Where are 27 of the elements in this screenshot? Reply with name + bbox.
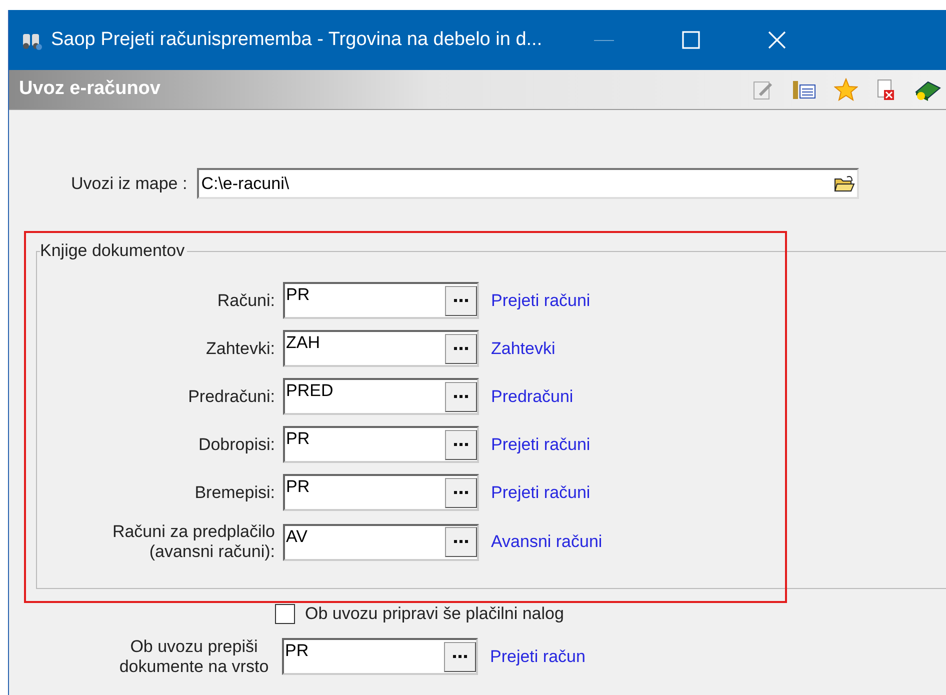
book-link[interactable]: Predračuni (491, 384, 574, 410)
window-title: Saop Prejeti računisprememba - Trgovina na debelo in d... (51, 28, 542, 52)
code-field[interactable]: ZAH (283, 330, 479, 367)
field-label: Računi: (217, 290, 275, 310)
field-label: Zahtevki: (206, 338, 275, 358)
field-label: Računi za predplačilo (avansni računi): (111, 522, 275, 562)
book-link[interactable]: Prejeti računi (491, 432, 590, 458)
book-link[interactable]: Prejeti računi (491, 480, 590, 506)
field-label: Ob uvozu prepiši dokumente na vrsto (118, 636, 270, 676)
field-label: Predračuni: (188, 386, 275, 406)
code-field[interactable]: PR (283, 426, 479, 463)
code-field[interactable]: PR (283, 474, 479, 511)
field-value: C:\e-racuni\ (201, 172, 290, 195)
book-link[interactable]: Prejeti račun (490, 644, 586, 670)
checkbox-label[interactable]: Ob uvozu pripravi še plačilni nalog (305, 601, 564, 626)
field-label: Uvozi iz mape : (71, 172, 188, 195)
code-field[interactable]: PR (282, 638, 478, 675)
book-link[interactable]: Avansni računi (491, 529, 602, 555)
field-label: Bremepisi: (194, 482, 275, 502)
code-field[interactable]: PRED (283, 378, 479, 415)
folder-field[interactable]: C:\e-racuni\ (197, 168, 860, 199)
book-link[interactable]: Zahtevki (491, 336, 556, 362)
book-link[interactable]: Prejeti računi (491, 288, 590, 314)
code-field[interactable]: PR (283, 282, 479, 319)
field-label: Dobropisi: (198, 434, 275, 454)
code-field[interactable]: AV (283, 524, 479, 560)
page-title: Uvoz e-računov (19, 77, 160, 102)
